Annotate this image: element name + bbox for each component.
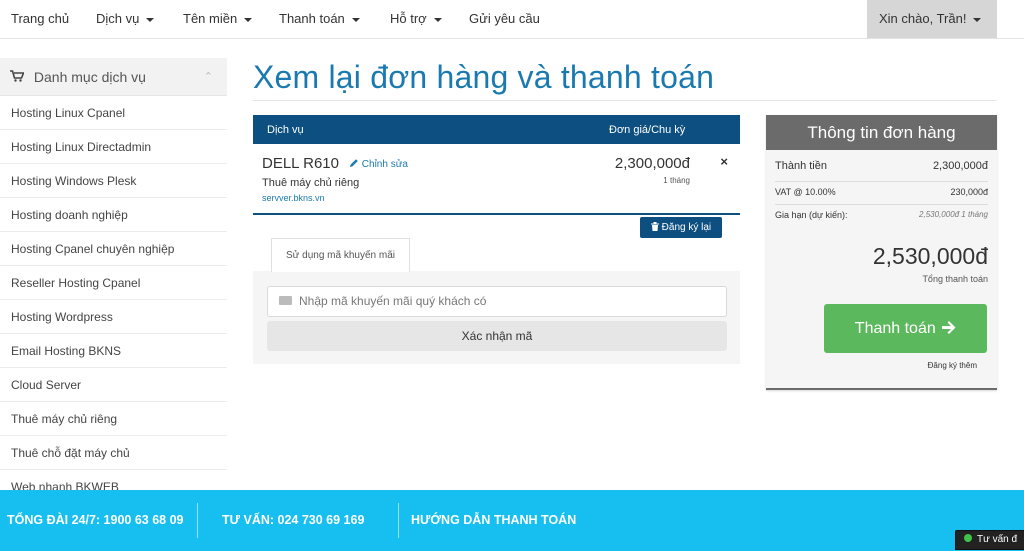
summary-total: 2,530,000đ [872,243,988,269]
product-domain: servver.bkns.vn [262,193,325,203]
caret-down-icon [973,17,982,22]
footer-bar: TỔNG ĐÀI 24/7: 1900 63 68 09 TƯ VẤN: 024… [0,490,1024,551]
user-menu[interactable]: Xin chào, Trần! [867,0,997,38]
summary-subtotal: Thành tiền 2,300,000đ [775,160,988,182]
sidebar-item-hosting-windows-plesk[interactable]: Hosting Windows Plesk [0,164,227,198]
caret-down-icon [146,17,155,22]
live-chat-label: Tư vấn đ [977,534,1018,545]
order-item-row: DELL R610 Chỉnh sửa Thuê máy chủ riêng s… [253,144,740,215]
product-category: Thuê máy chủ riêng [262,177,360,189]
summary-subtotal-label: Thành tiền [775,160,827,172]
nav-domains-label: Tên miền [183,11,238,26]
summary-renewal: Gia hạn (dự kiến): 2,530,000đ 1 tháng [775,210,988,228]
edit-product-link[interactable]: Chỉnh sửa [349,158,408,170]
chevron-up-icon[interactable]: ⌃ [204,58,213,96]
sidebar-item-dedicated-server[interactable]: Thuê máy chủ riêng [0,402,227,436]
product-price: 2,300,000đ [614,155,690,172]
nav-support[interactable]: Hỗ trợ [390,0,442,38]
footer-divider [197,503,198,538]
shopping-cart-icon [10,58,26,96]
sidebar-title: Danh mục dịch vụ [33,69,146,85]
trash-icon [650,222,659,231]
promo-code-placeholder: Nhập mã khuyến mãi quý khách có [299,294,487,308]
sidebar-item-bkweb[interactable]: Web nhanh BKWEB [0,470,227,490]
sidebar-item-email-hosting[interactable]: Email Hosting BKNS [0,334,227,368]
caret-down-icon [433,17,442,22]
sidebar-item-cloud-server[interactable]: Cloud Server [0,368,227,402]
sidebar-item-hosting-linux-directadmin[interactable]: Hosting Linux Directadmin [0,130,227,164]
online-dot-icon [964,534,972,543]
nav-support-label: Hỗ trợ [390,11,427,26]
summary-vat-value: 230,000đ [950,187,988,197]
summary-total-label: Tổng thanh toán [922,274,988,284]
checkout-button[interactable]: Thanh toán [824,304,987,353]
footer-payment-guide[interactable]: HƯỚNG DẪN THANH TOÁN [411,490,576,551]
product-billing-cycle: 1 tháng [663,176,690,185]
nav-domains[interactable]: Tên miền [183,0,253,38]
renew-button[interactable]: Đăng ký lại [640,217,722,238]
promo-code-input[interactable]: Nhập mã khuyến mãi quý khách có [267,286,727,317]
summary-renewal-label: Gia hạn (dự kiến): [775,210,848,220]
order-summary: Thông tin đơn hàng Thành tiền 2,300,000đ… [766,115,997,390]
nav-home[interactable]: Trang chủ [11,0,69,38]
remove-item-icon[interactable]: × [720,154,728,169]
sidebar-item-hosting-wordpress[interactable]: Hosting Wordpress [0,300,227,334]
sidebar-item-reseller-hosting[interactable]: Reseller Hosting Cpanel [0,266,227,300]
user-greeting: Xin chào, Trần! [879,11,967,26]
sidebar-item-business-hosting[interactable]: Hosting doanh nghiệp [0,198,227,232]
edit-product-label: Chỉnh sửa [361,159,408,170]
checkout-label: Thanh toán [854,320,936,337]
nav-billing-label: Thanh toán [279,11,345,26]
arrow-right-icon [942,321,956,334]
summary-vat: VAT @ 10.00% 230,000đ [775,187,988,205]
footer-divider [398,503,399,538]
sidebar-header[interactable]: Danh mục dịch vụ ⌃ [0,58,227,96]
nav-services-label: Dịch vụ [96,11,140,26]
nav-submit-ticket-label: Gửi yêu cầu [469,11,540,26]
caret-down-icon [351,17,360,22]
summary-title: Thông tin đơn hàng [766,115,997,150]
nav-services[interactable]: Dịch vụ [96,0,155,38]
sidebar: Danh mục dịch vụ ⌃ Hosting Linux Cpanel … [0,58,227,490]
renew-label: Đăng ký lại [661,222,712,233]
summary-renewal-value: 2,530,000đ 1 tháng [919,210,988,219]
order-table-header: Dịch vụ Đơn giá/Chu kỳ [253,115,740,144]
column-header-price: Đơn giá/Chu kỳ [609,124,686,136]
sidebar-item-hosting-linux-cpanel[interactable]: Hosting Linux Cpanel [0,96,227,130]
column-header-service: Dịch vụ [267,124,304,136]
keyboard-icon [279,296,292,305]
product-name: DELL R610 [262,155,339,172]
footer-consult[interactable]: TƯ VẤN: 024 730 69 169 [222,490,364,551]
continue-shopping-link[interactable]: Đăng ký thêm [928,361,977,370]
title-divider [253,100,997,101]
nav-submit-ticket[interactable]: Gửi yêu cầu [469,0,540,38]
tab-promo-code[interactable]: Sử dụng mã khuyến mãi [271,238,410,272]
sidebar-item-colocation[interactable]: Thuê chỗ đặt máy chủ [0,436,227,470]
pencil-icon [350,159,358,167]
live-chat-widget[interactable]: Tư vấn đ [955,530,1024,550]
footer-hotline[interactable]: TỔNG ĐÀI 24/7: 1900 63 68 09 [7,490,183,551]
top-navbar: Trang chủ Dịch vụ Tên miền Thanh toán Hỗ… [0,0,1024,39]
validate-code-button[interactable]: Xác nhận mã [267,321,727,351]
nav-home-label: Trang chủ [11,11,70,26]
page-title: Xem lại đơn hàng và thanh toán [253,59,715,95]
nav-billing[interactable]: Thanh toán [279,0,360,38]
caret-down-icon [244,17,253,22]
summary-subtotal-value: 2,300,000đ [932,160,988,172]
summary-vat-label: VAT @ 10.00% [775,187,836,197]
sidebar-item-pro-cpanel-hosting[interactable]: Hosting Cpanel chuyên nghiệp [0,232,227,266]
